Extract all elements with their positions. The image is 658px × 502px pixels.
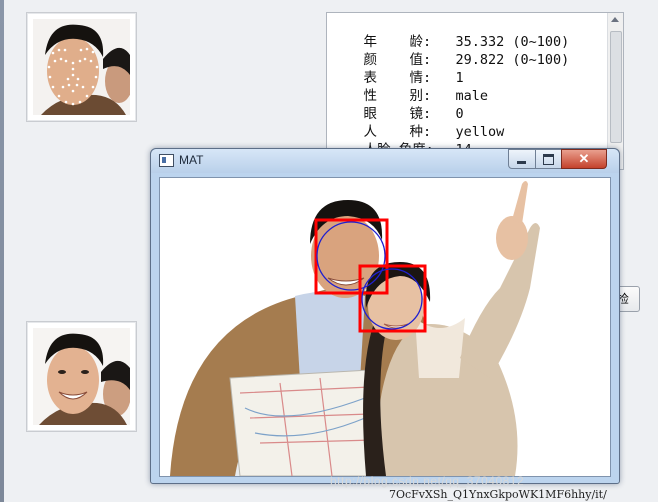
- info-row-age: 年 龄: 35.332 (0~100): [331, 15, 570, 50]
- face-thumbnail: [26, 321, 137, 432]
- face-info-panel[interactable]: 年 龄: 35.332 (0~100) 颜 值: 29.822 (0~100) 表 …: [326, 12, 624, 170]
- mat-image-canvas: [159, 177, 611, 477]
- info-row-expression: 表 情: 1: [331, 51, 464, 86]
- info-row-glasses: 眼 镜: 0: [331, 87, 464, 122]
- detected-couple-photo: [160, 178, 610, 476]
- info-value: 29.822 (0~100): [455, 52, 570, 68]
- mat-window[interactable]: MAT ✕: [150, 148, 620, 484]
- info-row-face-angle: 人脸 角度:14: [331, 123, 472, 158]
- maximize-button[interactable]: [535, 149, 562, 169]
- info-row-beauty: 颜 值: 29.822 (0~100): [331, 33, 570, 68]
- info-scrollbar[interactable]: [607, 13, 623, 169]
- left-window-edge: [0, 0, 4, 502]
- info-row-race: 人 种: yellow: [331, 105, 505, 140]
- landmark-thumbnail: [26, 12, 137, 122]
- face-image: [33, 328, 130, 425]
- mat-window-title: MAT: [179, 153, 204, 167]
- close-button[interactable]: ✕: [561, 149, 607, 169]
- scroll-up-icon[interactable]: [611, 17, 619, 22]
- console-window-icon: [159, 154, 174, 167]
- landmark-face-image: [33, 19, 130, 115]
- scrollbar-thumb[interactable]: [610, 31, 622, 143]
- blog-watermark: http://blog.csdn.net/qq_37040812: [330, 474, 525, 488]
- minimize-button[interactable]: [508, 149, 536, 169]
- mat-window-titlebar[interactable]: MAT ✕: [151, 149, 619, 173]
- info-row-gender: 性 别: male: [331, 69, 489, 104]
- url-fragment: 7OcFvXSh_Q1YnxGkpoWK1MF6hhy/it/: [389, 488, 607, 501]
